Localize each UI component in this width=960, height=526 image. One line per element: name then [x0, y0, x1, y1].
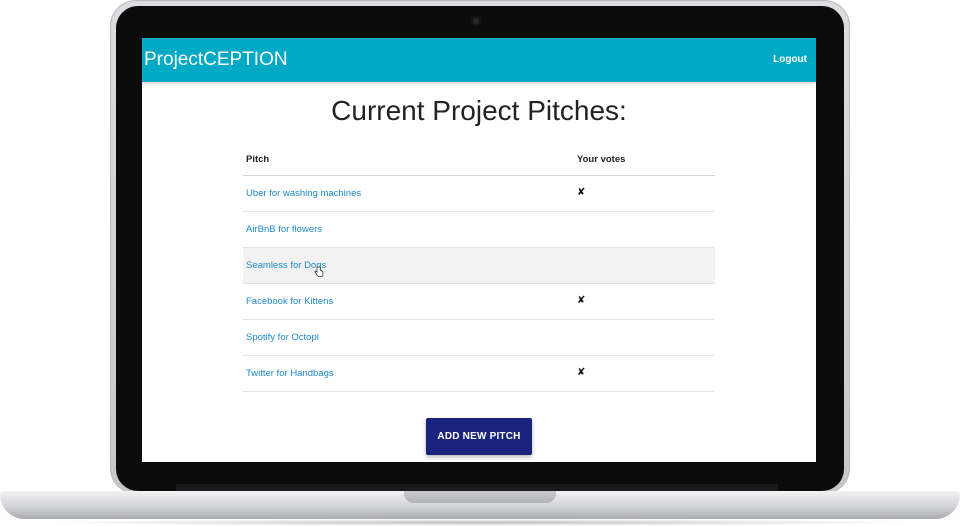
pitch-link[interactable]: Spotify for Octopi [246, 332, 319, 343]
table-row[interactable]: Uber for washing machines ✘ [243, 176, 715, 212]
laptop-shadow [40, 519, 920, 526]
pitch-table: Pitch Your votes Uber for washing machin… [243, 141, 715, 392]
table-row[interactable]: Seamless for Dogs [243, 248, 715, 284]
x-mark-icon: ✘ [577, 187, 586, 198]
pitch-link[interactable]: Twitter for Handbags [246, 368, 334, 379]
brand-logo[interactable]: ProjectCEPTION [144, 49, 288, 71]
table-row[interactable]: AirBnB for flowers [243, 212, 715, 248]
table-header: Pitch Your votes [243, 141, 715, 176]
hand-pointer-icon [314, 266, 324, 278]
screen: ProjectCEPTION Logout Current Project Pi… [142, 38, 816, 462]
webcam-icon [471, 16, 481, 26]
column-header-pitch: Pitch [246, 154, 270, 165]
table-row[interactable]: Twitter for Handbags ✘ [243, 356, 715, 392]
pitch-link[interactable]: AirBnB for flowers [246, 224, 322, 235]
pitch-link[interactable]: Facebook for Kittens [246, 296, 333, 307]
page-title: Current Project Pitches: [331, 95, 627, 126]
column-header-votes: Your votes [577, 154, 626, 165]
pitch-link[interactable]: Uber for washing machines [246, 188, 361, 199]
table-row[interactable]: Facebook for Kittens ✘ [243, 284, 715, 320]
x-mark-icon: ✘ [577, 367, 586, 378]
laptop-notch [404, 491, 556, 503]
table-row[interactable]: Spotify for Octopi [243, 320, 715, 356]
navbar: ProjectCEPTION Logout [142, 38, 816, 82]
laptop-hinge [176, 484, 778, 491]
add-new-pitch-button[interactable]: ADD NEW PITCH [426, 418, 532, 455]
logout-link[interactable]: Logout [773, 54, 807, 65]
x-mark-icon: ✘ [577, 295, 586, 306]
